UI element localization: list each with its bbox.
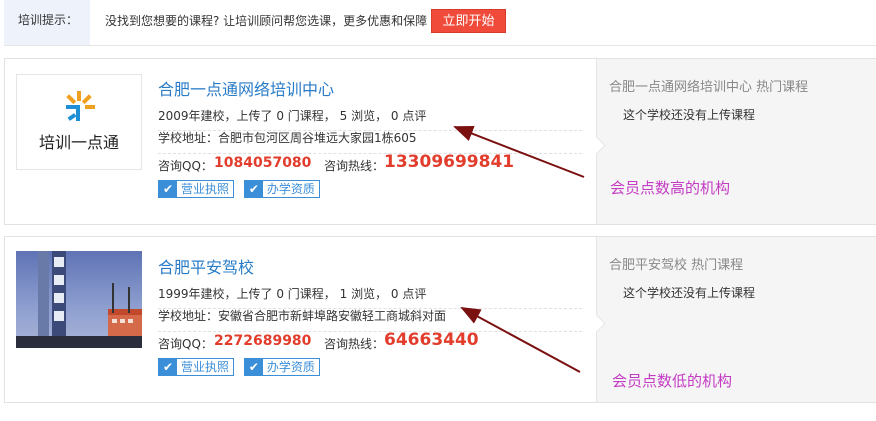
qq-label: 咨询QQ： bbox=[158, 337, 213, 351]
no-courses-text: 这个学校还没有上传课程 bbox=[623, 108, 756, 122]
qq-number: 1084057080 bbox=[214, 155, 312, 171]
annotation-high-points: 会员点数高的机构 bbox=[610, 179, 731, 197]
school-stats: 1999年建校，上传了 0 门课程， 1 浏览， 0 点评 bbox=[158, 285, 582, 309]
school-sign-photo-icon bbox=[16, 251, 142, 348]
hot-courses-title: 合肥一点通网络培训中心 热门课程 bbox=[609, 80, 809, 95]
hot-courses-panel: 合肥一点通网络培训中心 热门课程 这个学校还没有上传课程 bbox=[587, 59, 876, 224]
panel-pointer bbox=[587, 136, 606, 155]
badge-label: 营业执照 bbox=[181, 182, 230, 196]
school-card: 合肥平安驾校 1999年建校，上传了 0 门课程， 1 浏览， 0 点评 学校地… bbox=[4, 236, 876, 403]
tip-text: 没找到您想要的课程? 让培训顾问帮您选课，更多优惠和保障 bbox=[105, 14, 428, 28]
badge-label: 营业执照 bbox=[181, 360, 230, 374]
school-qualification-badge[interactable]: ✔ 办学资质 bbox=[243, 358, 320, 376]
school-contact: 咨询QQ： 2272689980 咨询热线： 64663440 bbox=[158, 330, 582, 353]
school-badges: ✔ 营业执照 ✔ 办学资质 bbox=[158, 180, 326, 200]
hotline-number: 13309699841 bbox=[384, 152, 515, 172]
badge-label: 办学资质 bbox=[266, 182, 315, 196]
check-icon: ✔ bbox=[244, 358, 263, 376]
badge-label: 办学资质 bbox=[266, 360, 315, 374]
start-now-button[interactable]: 立即开始 bbox=[431, 9, 506, 33]
school-card: 培训一点通 合肥一点通网络培训中心 2009年建校，上传了 0 门课程， 5 浏… bbox=[4, 58, 876, 225]
qq-label: 咨询QQ： bbox=[158, 159, 213, 173]
qq-number: 2272689980 bbox=[214, 333, 312, 349]
business-license-badge[interactable]: ✔ 营业执照 bbox=[158, 358, 235, 376]
check-icon: ✔ bbox=[159, 180, 177, 198]
tip-label: 培训提示： bbox=[4, 0, 90, 45]
check-icon: ✔ bbox=[244, 180, 263, 198]
school-contact: 咨询QQ： 1084057080 咨询热线： 13309699841 bbox=[158, 152, 582, 175]
school-name-link[interactable]: 合肥平安驾校 bbox=[158, 254, 254, 278]
annotation-low-points: 会员点数低的机构 bbox=[612, 372, 733, 390]
hot-courses-title: 合肥平安驾校 热门课程 bbox=[609, 258, 744, 273]
panel-pointer bbox=[587, 314, 606, 333]
business-license-badge[interactable]: ✔ 营业执照 bbox=[158, 180, 235, 198]
school-photo[interactable] bbox=[16, 251, 142, 348]
school-name-link[interactable]: 合肥一点通网络培训中心 bbox=[158, 76, 334, 100]
school-stats: 2009年建校，上传了 0 门课程， 5 浏览， 0 点评 bbox=[158, 107, 582, 131]
hotline-number: 64663440 bbox=[384, 330, 479, 350]
check-icon: ✔ bbox=[159, 358, 177, 376]
school-badges: ✔ 营业执照 ✔ 办学资质 bbox=[158, 358, 326, 378]
school-address: 学校地址：安徽省合肥市新蚌埠路安徽轻工商城斜对面 bbox=[158, 307, 582, 332]
no-courses-text: 这个学校还没有上传课程 bbox=[623, 286, 756, 300]
school-logo[interactable]: 培训一点通 bbox=[16, 74, 142, 170]
training-tip-bar: 培训提示： 没找到您想要的课程? 让培训顾问帮您选课，更多优惠和保障 立即开始 bbox=[4, 0, 876, 46]
logo-text: 培训一点通 bbox=[38, 133, 119, 152]
school-qualification-badge[interactable]: ✔ 办学资质 bbox=[243, 180, 320, 198]
hotline-label: 咨询热线： bbox=[324, 159, 385, 173]
school-address: 学校地址：合肥市包河区周谷堆远大家园1栋605 bbox=[158, 129, 582, 154]
hotline-label: 咨询热线： bbox=[324, 337, 385, 351]
yidiantong-logo-icon bbox=[66, 91, 95, 121]
